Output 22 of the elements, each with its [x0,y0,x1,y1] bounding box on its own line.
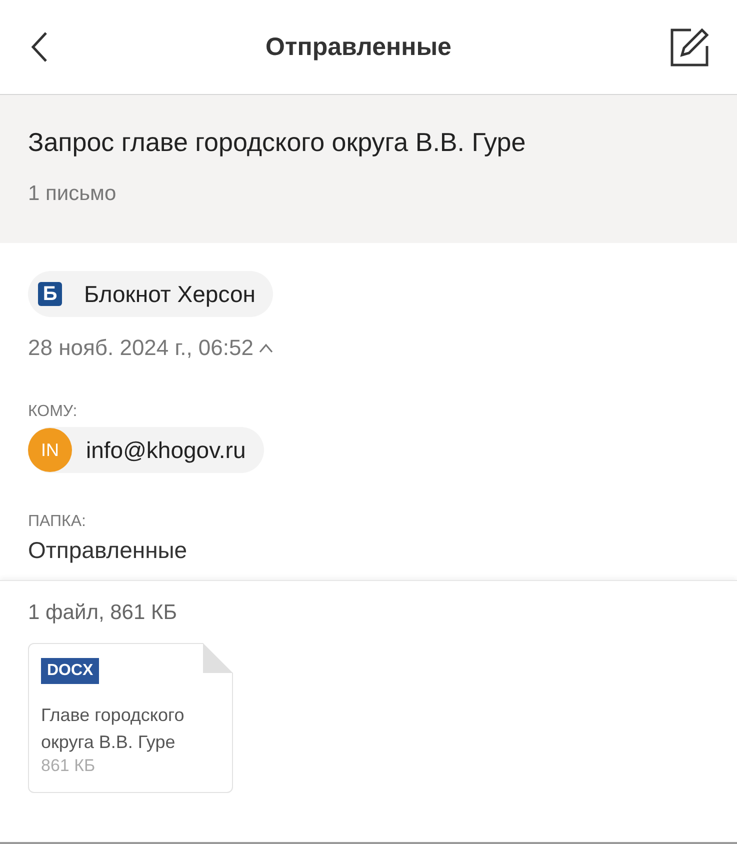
folded-corner-icon [203,643,233,673]
message-date: 28 нояб. 2024 г., 06:52 [28,335,254,361]
thread-subject: Запрос главе городского округа В.В. Гуре [28,127,527,158]
header-title: Отправленные [266,32,452,62]
folder-name: Отправленные [28,537,188,564]
to-label: КОМУ: [28,403,78,421]
file-type-badge: DOCX [41,658,100,684]
compose-icon [668,27,709,67]
chevron-up-icon[interactable] [258,343,274,353]
sender-chip[interactable]: Б Блокнот Херсон [28,271,274,317]
recipient-avatar: IN [28,428,72,472]
attachment-card[interactable]: DOCX Главе городского округа В.В. Гуре 861 КБ [28,643,233,793]
compose-button[interactable] [668,27,709,67]
attachments-summary: 1 файл, 861 КБ [28,601,178,625]
recipient-chip[interactable]: IN info@khogov.ru [28,427,264,473]
back-button[interactable] [30,31,48,63]
message-count: 1 письмо [28,182,118,206]
sender-logo: Б [38,282,62,306]
file-size: 861 КБ [41,756,96,776]
folder-label: ПАПКА: [28,513,86,531]
file-name: Главе городского округа В.В. Гуре [41,704,186,754]
back-icon [30,31,48,63]
